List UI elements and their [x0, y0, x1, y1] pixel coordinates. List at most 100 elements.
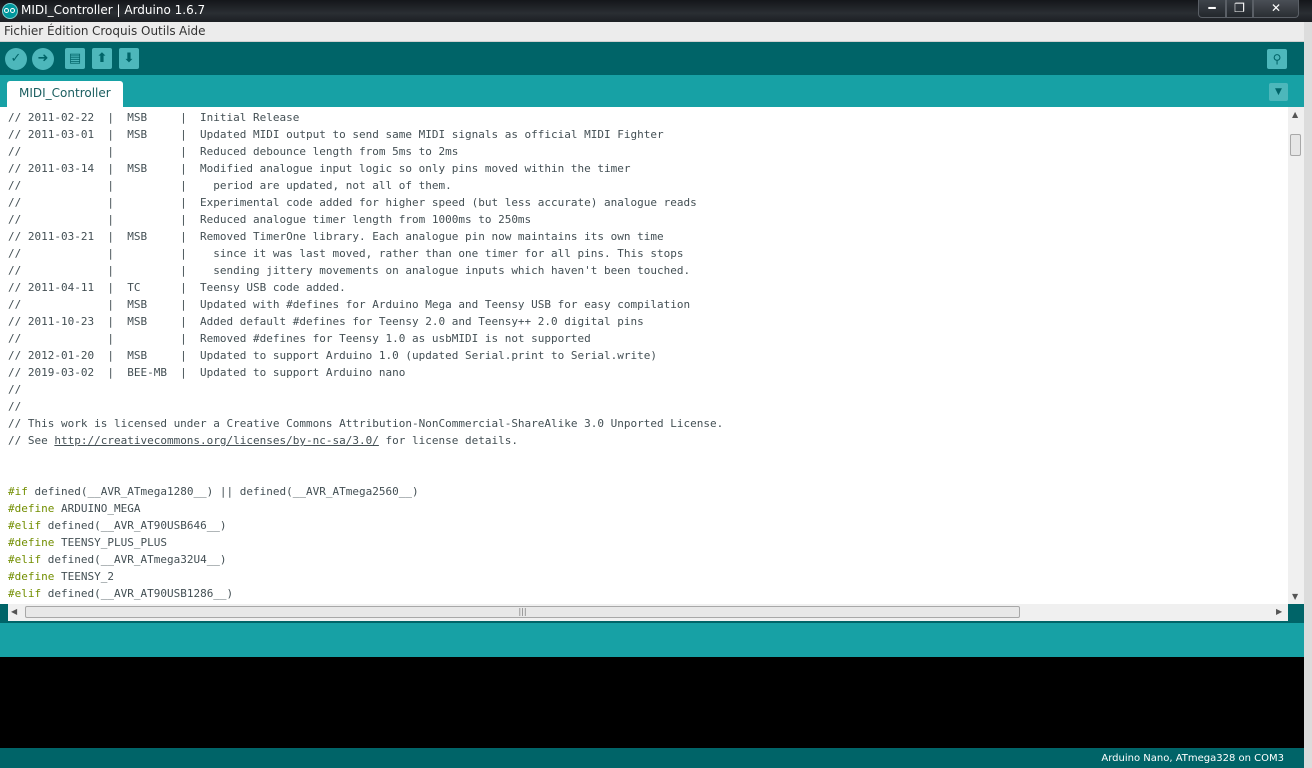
- window-title: MIDI_Controller | Arduino 1.6.7: [21, 3, 206, 17]
- code-line: // 2011-03-14 | MSB | Modified analogue …: [8, 160, 723, 177]
- code-text: // 2011-02-22 | MSB | Initial Release // …: [8, 109, 723, 602]
- serial-monitor-button[interactable]: ⚲: [1267, 49, 1287, 69]
- menu-fichier[interactable]: Fichier: [4, 24, 43, 38]
- menu-edition[interactable]: Édition: [47, 24, 89, 38]
- code-segment: // | | period are updated, not all of th…: [8, 179, 452, 192]
- horizontal-scroll-thumb[interactable]: |||: [25, 606, 1020, 618]
- code-line: // 2012-01-20 | MSB | Updated to support…: [8, 347, 723, 364]
- save-sketch-button[interactable]: ⬇: [119, 48, 139, 69]
- code-segment: // | | Removed #defines for Teensy 1.0 a…: [8, 332, 591, 345]
- code-line: // 2011-03-01 | MSB | Updated MIDI outpu…: [8, 126, 723, 143]
- vertical-scrollbar[interactable]: ▲ ▼: [1288, 107, 1304, 604]
- code-segment: TEENSY_PLUS_PLUS: [54, 536, 167, 549]
- code-line: #define ARDUINO_MEGA: [8, 500, 723, 517]
- code-keyword: #elif: [8, 553, 42, 566]
- code-keyword: #define: [8, 570, 55, 583]
- code-line: // See http://creativecommons.org/licens…: [8, 432, 723, 449]
- code-line: #if defined(__AVR_ATmega1280__) || defin…: [8, 483, 723, 500]
- code-line: #define TEENSY_2: [8, 568, 723, 585]
- code-segment: // 2011-04-11 | TC | Teensy USB code add…: [8, 281, 346, 294]
- console-output[interactable]: [0, 657, 1304, 748]
- code-segment: // | | Reduced debounce length from 5ms …: [8, 145, 459, 158]
- code-segment: //: [8, 400, 22, 413]
- code-line: // This work is licensed under a Creativ…: [8, 415, 723, 432]
- tab-menu-button[interactable]: ▼: [1269, 83, 1288, 101]
- menu-aide[interactable]: Aide: [179, 24, 206, 38]
- scroll-right-arrow-icon[interactable]: ▶: [1276, 607, 1282, 616]
- code-segment: // 2019-03-02 | BEE-MB | Updated to supp…: [8, 366, 406, 379]
- code-segment: // 2011-03-21 | MSB | Removed TimerOne l…: [8, 230, 664, 243]
- code-segment: // 2011-02-22 | MSB | Initial Release: [8, 111, 300, 124]
- code-segment: TEENSY_2: [54, 570, 114, 583]
- scroll-down-arrow-icon[interactable]: ▼: [1292, 592, 1298, 601]
- code-line: // | | Reduced analogue timer length fro…: [8, 211, 723, 228]
- code-segment: //: [8, 383, 22, 396]
- horizontal-scrollbar[interactable]: ◀ ||| ▶: [8, 604, 1288, 621]
- scroll-left-arrow-icon[interactable]: ◀: [11, 607, 17, 616]
- verify-button[interactable]: ✓: [5, 48, 27, 70]
- code-line: // 2011-04-11 | TC | Teensy USB code add…: [8, 279, 723, 296]
- code-line: //: [8, 398, 723, 415]
- vertical-scroll-thumb[interactable]: [1290, 134, 1301, 156]
- title-bar: MIDI_Controller | Arduino 1.6.7 ━ ❐ ✕: [0, 0, 1312, 22]
- code-segment: // 2012-01-20 | MSB | Updated to support…: [8, 349, 658, 362]
- code-line: // 2011-02-22 | MSB | Initial Release: [8, 109, 723, 126]
- code-keyword: #define: [8, 536, 55, 549]
- code-keyword: #if: [8, 485, 28, 498]
- new-sketch-button[interactable]: ▤: [65, 48, 85, 69]
- code-line: // 2019-03-02 | BEE-MB | Updated to supp…: [8, 364, 723, 381]
- upload-button[interactable]: ➜: [32, 48, 54, 70]
- code-keyword: #elif: [8, 587, 42, 600]
- code-line: // 2011-03-21 | MSB | Removed TimerOne l…: [8, 228, 723, 245]
- code-keyword: #elif: [8, 519, 42, 532]
- code-line: // | | sending jittery movements on anal…: [8, 262, 723, 279]
- toolbar: ✓ ➜ ▤ ⬆ ⬇ ⚲: [0, 42, 1304, 75]
- code-segment: // This work is licensed under a Creativ…: [8, 417, 724, 430]
- close-button[interactable]: ✕: [1253, 0, 1299, 18]
- message-bar: [0, 623, 1304, 657]
- code-line: //: [8, 381, 723, 398]
- code-segment: defined(__AVR_ATmega32U4__): [41, 553, 227, 566]
- code-line: // | | Removed #defines for Teensy 1.0 a…: [8, 330, 723, 347]
- menu-bar: Fichier Édition Croquis Outils Aide: [0, 22, 1304, 42]
- code-line: // | | Reduced debounce length from 5ms …: [8, 143, 723, 160]
- code-segment: // 2011-03-01 | MSB | Updated MIDI outpu…: [8, 128, 664, 141]
- code-segment: // | | since it was last moved, rather t…: [8, 247, 684, 260]
- tab-midi-controller[interactable]: MIDI_Controller: [7, 81, 123, 107]
- code-line: #elif defined(__AVR_ATmega32U4__): [8, 551, 723, 568]
- code-segment: // 2011-10-23 | MSB | Added default #def…: [8, 315, 644, 328]
- code-segment: defined(__AVR_ATmega1280__) || defined(_…: [27, 485, 419, 498]
- menu-croquis[interactable]: Croquis: [92, 24, 137, 38]
- menu-outils[interactable]: Outils: [141, 24, 176, 38]
- code-segment: // | MSB | Updated with #defines for Ard…: [8, 298, 691, 311]
- status-bar: Arduino Nano, ATmega328 on COM3: [0, 748, 1304, 768]
- code-line: // 2011-10-23 | MSB | Added default #def…: [8, 313, 723, 330]
- tab-bar: MIDI_Controller ▼: [0, 75, 1304, 107]
- code-segment: // | | Reduced analogue timer length fro…: [8, 213, 532, 226]
- board-port-status: Arduino Nano, ATmega328 on COM3: [1101, 753, 1284, 764]
- code-keyword: #define: [8, 502, 55, 515]
- code-segment: for license details.: [378, 434, 518, 447]
- code-line: // | MSB | Updated with #defines for Ard…: [8, 296, 723, 313]
- maximize-button[interactable]: ❐: [1226, 0, 1253, 18]
- minimize-button[interactable]: ━: [1198, 0, 1226, 18]
- code-line: // | | Experimental code added for highe…: [8, 194, 723, 211]
- code-segment: // | | sending jittery movements on anal…: [8, 264, 691, 277]
- code-line: #elif defined(__AVR_AT90USB1286__): [8, 585, 723, 602]
- code-link[interactable]: http://creativecommons.org/licenses/by-n…: [54, 434, 379, 447]
- code-line: // | | period are updated, not all of th…: [8, 177, 723, 194]
- scroll-up-arrow-icon[interactable]: ▲: [1292, 110, 1298, 119]
- code-segment: // See: [8, 434, 55, 447]
- code-line: #elif defined(__AVR_AT90USB646__): [8, 517, 723, 534]
- arduino-logo-icon: [2, 3, 18, 19]
- code-segment: defined(__AVR_AT90USB646__): [41, 519, 227, 532]
- code-line: #define TEENSY_PLUS_PLUS: [8, 534, 723, 551]
- code-segment: // | | Experimental code added for highe…: [8, 196, 697, 209]
- code-segment: ARDUINO_MEGA: [54, 502, 141, 515]
- code-editor[interactable]: // 2011-02-22 | MSB | Initial Release // …: [0, 107, 1304, 604]
- code-line: // | | since it was last moved, rather t…: [8, 245, 723, 262]
- open-sketch-button[interactable]: ⬆: [92, 48, 112, 69]
- code-segment: // 2011-03-14 | MSB | Modified analogue …: [8, 162, 631, 175]
